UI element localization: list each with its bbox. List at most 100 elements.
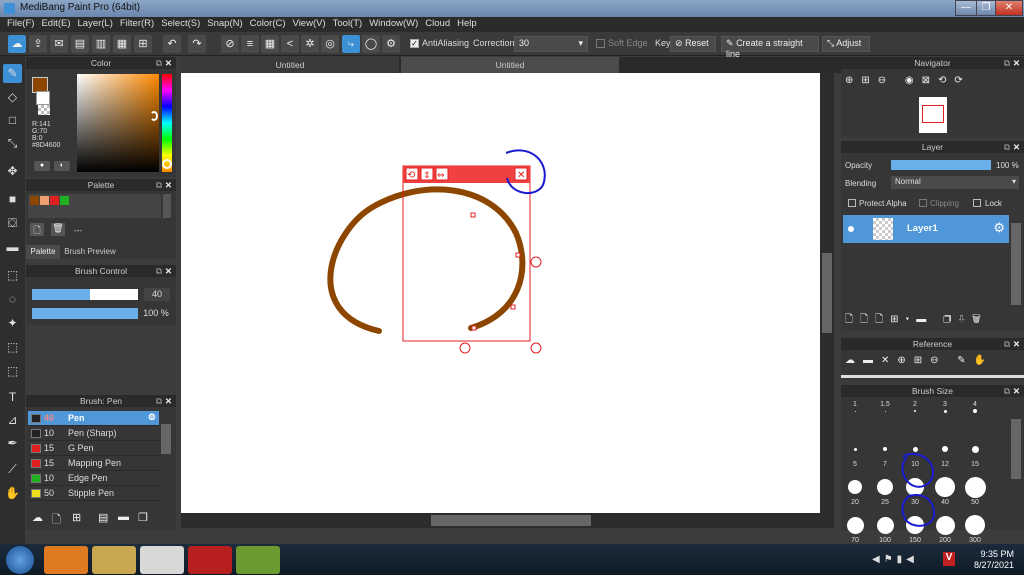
brush-item[interactable]: 10 Pen (Sharp) [28,426,159,441]
layer-row[interactable]: Layer1 ⚙ [843,215,1009,243]
palette-swatch[interactable] [30,196,39,205]
soft-edge-checkbox[interactable] [596,39,605,48]
hue-slider[interactable] [162,74,172,172]
gear-icon[interactable]: ⚙ [148,412,156,423]
eyedropper-tool-icon[interactable]: ✒ [3,434,22,453]
popout-icon[interactable]: ⧉ [156,395,162,407]
magic-wand-icon[interactable]: ✦ [3,314,22,333]
gear-icon[interactable]: ⚙ [993,220,1005,236]
visibility-icon[interactable] [848,226,854,232]
antialiasing-checkbox[interactable]: ✓ [410,39,419,48]
close-icon[interactable]: ✕ [1013,141,1020,153]
layers-icon[interactable]: ▦ [113,35,131,53]
drawing-canvas[interactable]: ⟲ ⇕ ⇔ ✕ [181,73,820,513]
transform-handle[interactable] [530,342,542,354]
close-button[interactable]: ✕ [995,0,1023,16]
snap-off-icon[interactable]: ⊘ [221,35,239,53]
radial-snap-icon[interactable]: ✲ [301,35,319,53]
horizontal-scroll-thumb[interactable] [431,515,591,526]
tray-icons[interactable]: ◀⚑▮◀ [872,554,918,565]
curve-point[interactable] [510,304,516,310]
menu-help[interactable]: Help [457,17,477,29]
brush-opacity-slider[interactable] [32,308,138,319]
divide-tool-icon[interactable]: ⊿ [3,411,22,430]
menu-edit[interactable]: Edit(E) [41,17,70,29]
layer-opacity-slider[interactable] [891,160,991,170]
hand-tool-icon[interactable]: ✋ [3,484,22,503]
transform-handle[interactable] [530,256,542,268]
menu-layer[interactable]: Layer(L) [78,17,113,29]
navigator-thumbnail[interactable] [919,97,947,133]
move-tool-icon[interactable]: ✥ [3,162,22,181]
curve-point[interactable] [471,325,477,331]
menu-color[interactable]: Color(C) [250,17,286,29]
folder-icon[interactable]: ▬ [118,511,129,523]
lock-checkbox[interactable] [973,199,981,207]
grid-snap-icon[interactable]: ▦ [261,35,279,53]
menu-snap[interactable]: Snap(N) [207,17,242,29]
text-tool-icon[interactable]: T [3,388,22,407]
color-picker-cursor[interactable] [150,111,158,121]
brush-size-value[interactable]: 40 [144,288,170,301]
paint-app-icon[interactable] [188,546,232,574]
ellipse-snap-icon[interactable]: ◯ [362,35,380,53]
bucket-tool-icon[interactable]: ⛋ [3,214,22,233]
document-icon[interactable]: ▥ [92,35,110,53]
redo-button[interactable]: ↷ [188,35,206,53]
comment-icon[interactable]: ✉ [50,35,68,53]
protect-alpha-checkbox[interactable] [848,199,856,207]
minimize-button[interactable]: — [955,0,977,16]
dot-tool-icon[interactable]: □ [3,111,22,130]
hue-slider-handle[interactable] [162,159,172,169]
transform-handle[interactable] [459,342,471,354]
close-icon[interactable]: ✕ [1013,57,1020,69]
copy-brush-icon[interactable]: ❐ [138,511,148,524]
brush-settings-icon[interactable]: ▤ [98,511,108,524]
close-icon[interactable]: ✕ [165,57,172,69]
grid-icon[interactable]: ⊞ [134,35,152,53]
palette-swatch[interactable] [50,196,59,205]
palette-swatch[interactable] [40,196,49,205]
curve-point[interactable] [515,252,521,258]
horizontal-scrollbar[interactable] [181,513,834,528]
adjust-button[interactable]: ⤡ Adjust [822,36,870,52]
antivirus-icon[interactable]: V [943,552,955,566]
perspective-snap-icon[interactable]: < [281,35,299,53]
popout-icon[interactable]: ⧉ [156,265,162,277]
navigator-tools[interactable]: ⊕⊞⊖ ◉⊠⟲⟳ [845,75,1021,91]
popout-icon[interactable]: ⧉ [1004,141,1010,153]
fill-tool-icon[interactable]: ■ [3,190,22,209]
cloud-brush-icon[interactable]: ☁ [32,511,43,524]
brush-size-slider[interactable] [32,289,138,300]
color-sync-button[interactable]: ◐ [54,161,70,171]
menu-cloud[interactable]: Cloud [425,17,450,29]
popout-icon[interactable]: ⧉ [1004,338,1010,350]
vertical-scroll-thumb[interactable] [822,253,832,333]
reference-toolbar[interactable]: ☁▬✕⊕⊞⊖ ✎✋ [845,355,1021,371]
select-pen-tool-icon[interactable]: ⬚ [3,338,22,357]
file-explorer-icon[interactable] [92,546,136,574]
transparent-color[interactable] [38,105,50,115]
tab-untitled-1[interactable]: Untitled [181,57,399,73]
undo-button[interactable]: ↶ [163,35,181,53]
close-icon[interactable]: ✕ [165,265,172,277]
close-icon[interactable]: ✕ [165,395,172,407]
close-icon[interactable]: ✕ [165,179,172,191]
menu-view[interactable]: View(V) [293,17,326,29]
trash-icon[interactable]: 🗑 [51,223,65,236]
color-saturation-field[interactable] [77,74,159,172]
brush-item[interactable]: 50 Stipple Pen [28,486,159,501]
palette-swatch[interactable] [60,196,69,205]
tab-brush-preview[interactable]: Brush Preview [62,245,118,259]
chrome-icon[interactable] [140,546,184,574]
select-pen-icon[interactable]: ⤡ [3,134,22,153]
background-color[interactable] [36,91,50,105]
lasso-tool-icon[interactable]: ◌ [3,290,22,309]
new-brush-icon[interactable]: 🗋 [52,511,61,530]
new-palette-icon[interactable]: 🗋 [30,223,44,236]
blending-select[interactable]: Normal ▾ [891,176,1019,189]
reset-button[interactable]: ⊘ Reset [670,36,716,52]
brush-item[interactable]: 15 G Pen [28,441,159,456]
curve-snap-icon[interactable]: ⤷ [342,35,360,53]
page-icon[interactable]: ▤ [71,35,89,53]
